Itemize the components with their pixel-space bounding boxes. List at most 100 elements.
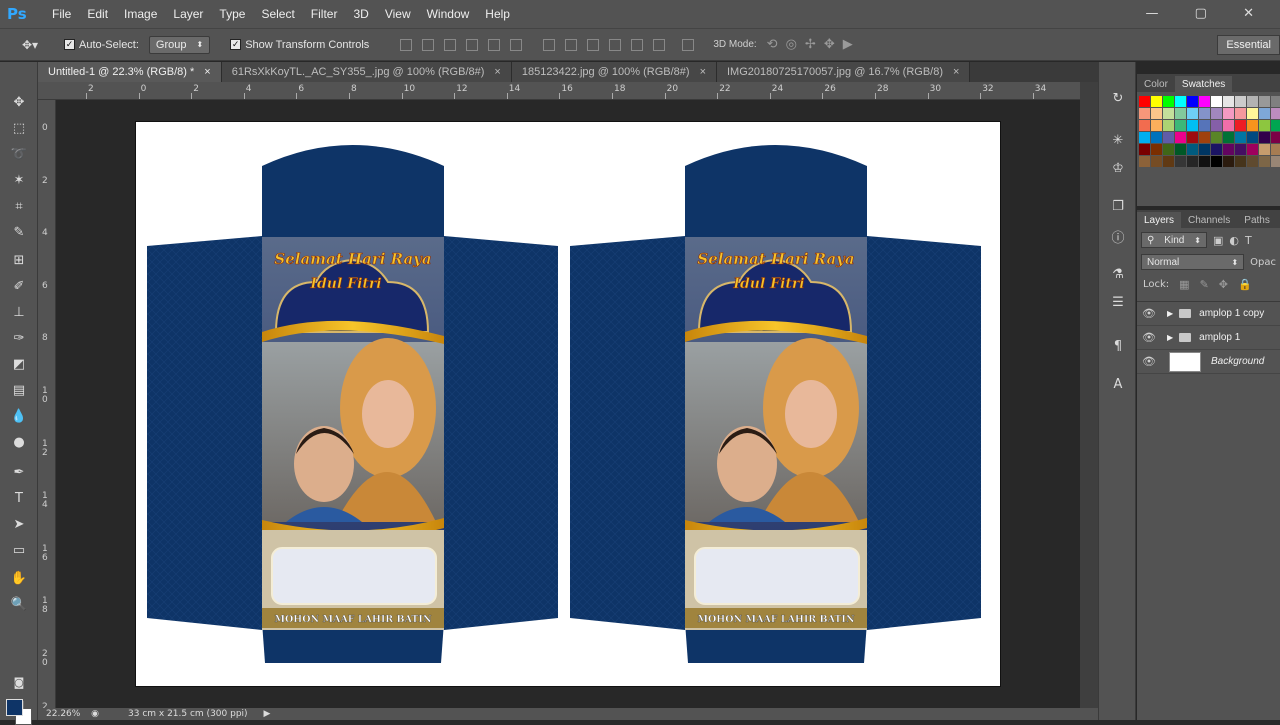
document-tab[interactable]: 61RsXkKoyTL._AC_SY355_.jpg @ 100% (RGB/8… xyxy=(221,62,512,82)
document-tab[interactable]: Untitled-1 @ 22.3% (RGB/8) * × xyxy=(38,62,222,82)
color-swatch[interactable] xyxy=(1235,132,1246,143)
distribute-top-icon[interactable] xyxy=(543,38,556,51)
distribute-bottom-icon[interactable] xyxy=(587,38,600,51)
menu-window[interactable]: Window xyxy=(419,7,478,21)
color-swatch[interactable] xyxy=(1223,120,1234,131)
eyedropper-tool-icon[interactable]: ✎ xyxy=(9,222,29,242)
menu-help[interactable]: Help xyxy=(477,7,518,21)
distribute-hcenter-icon[interactable] xyxy=(631,38,644,51)
color-swatch[interactable] xyxy=(1259,96,1270,107)
lock-transparent-icon[interactable]: ▦ xyxy=(1179,278,1189,291)
color-swatch[interactable] xyxy=(1247,156,1258,167)
visibility-eye-icon[interactable]: 👁 xyxy=(1137,307,1161,320)
color-swatch[interactable] xyxy=(1247,120,1258,131)
menu-filter[interactable]: Filter xyxy=(303,7,346,21)
menu-view[interactable]: View xyxy=(377,7,419,21)
color-swatch[interactable] xyxy=(1235,144,1246,155)
visibility-eye-icon[interactable]: 👁 xyxy=(1137,331,1161,344)
color-swatch[interactable] xyxy=(1175,156,1186,167)
tab-color[interactable]: Color xyxy=(1137,76,1175,92)
color-swatch[interactable] xyxy=(1235,120,1246,131)
close-tab-icon[interactable]: × xyxy=(494,66,500,78)
shape-tool-icon[interactable]: ▭ xyxy=(9,540,29,560)
align-left-icon[interactable] xyxy=(466,38,479,51)
lasso-tool-icon[interactable]: ➰ xyxy=(9,144,29,164)
blur-tool-icon[interactable]: 💧 xyxy=(9,406,29,426)
info-panel-icon[interactable]: ⓘ xyxy=(1108,226,1128,246)
color-swatch[interactable] xyxy=(1139,120,1150,131)
quick-mask-icon[interactable]: ◙ xyxy=(9,672,29,692)
color-swatch[interactable] xyxy=(1223,108,1234,119)
workspace-switcher[interactable]: Essential xyxy=(1217,35,1280,55)
color-swatch[interactable] xyxy=(1187,120,1198,131)
zoom-tool-icon[interactable]: 🔍 xyxy=(9,594,29,614)
color-swatch[interactable] xyxy=(1139,156,1150,167)
color-swatch[interactable] xyxy=(1247,96,1258,107)
filter-pixel-icon[interactable]: ▣ xyxy=(1213,234,1223,247)
color-swatch[interactable] xyxy=(1271,108,1280,119)
color-swatch[interactable] xyxy=(1151,96,1162,107)
3d-roll-icon[interactable]: ◎ xyxy=(786,37,797,52)
color-swatch[interactable] xyxy=(1271,144,1280,155)
pen-tool-icon[interactable]: ✒ xyxy=(9,462,29,482)
eraser-tool-icon[interactable]: ◩ xyxy=(9,354,29,374)
color-swatch[interactable] xyxy=(1187,108,1198,119)
properties-panel-icon[interactable]: ☰ xyxy=(1108,292,1128,312)
window-controls[interactable]: — ▢ ✕ xyxy=(1146,6,1270,21)
color-swatch[interactable] xyxy=(1151,108,1162,119)
color-swatch[interactable] xyxy=(1271,96,1280,107)
history-brush-tool-icon[interactable]: ✑ xyxy=(9,328,29,348)
color-swatch[interactable] xyxy=(1151,156,1162,167)
3d-scale-icon[interactable]: ▶ xyxy=(843,37,853,52)
visibility-eye-icon[interactable]: 👁 xyxy=(1137,355,1161,368)
3d-slide-icon[interactable]: ✥ xyxy=(824,37,835,52)
color-swatch[interactable] xyxy=(1151,132,1162,143)
color-swatch[interactable] xyxy=(1271,120,1280,131)
color-swatch[interactable] xyxy=(1211,96,1222,107)
distribute-right-icon[interactable] xyxy=(653,38,666,51)
clone-stamp-tool-icon[interactable]: ⊥ xyxy=(9,302,29,322)
align-hcenter-icon[interactable] xyxy=(488,38,501,51)
layer-row[interactable]: 👁 ▶ amplop 1 copy xyxy=(1137,302,1280,326)
status-menu-arrow-icon[interactable]: ▶ xyxy=(264,709,271,719)
color-swatch[interactable] xyxy=(1211,144,1222,155)
color-swatch[interactable] xyxy=(1163,156,1174,167)
document-tab[interactable]: 185123422.jpg @ 100% (RGB/8#) × xyxy=(511,62,717,82)
document-tab[interactable]: IMG20180725170057.jpg @ 16.7% (RGB/8) × xyxy=(717,62,971,82)
lock-position-icon[interactable]: ✥ xyxy=(1219,278,1228,291)
color-swatch[interactable] xyxy=(1199,96,1210,107)
distribute-vcenter-icon[interactable] xyxy=(565,38,578,51)
close-tab-icon[interactable]: × xyxy=(700,66,706,78)
lock-pixels-icon[interactable]: ✎ xyxy=(1200,278,1209,291)
color-swatch[interactable] xyxy=(1223,96,1234,107)
move-tool-preset-icon[interactable]: ✥▾ xyxy=(22,36,44,54)
color-swatch[interactable] xyxy=(1211,132,1222,143)
color-swatch[interactable] xyxy=(1247,144,1258,155)
color-swatch[interactable] xyxy=(1211,108,1222,119)
document-canvas[interactable]: Selamat Hari Raya Idul Fitri MOHON MAAF … xyxy=(136,122,1000,686)
color-swatch[interactable] xyxy=(1163,108,1174,119)
history-panel-icon[interactable]: ↻ xyxy=(1108,88,1128,108)
color-swatch[interactable] xyxy=(1187,96,1198,107)
gradient-tool-icon[interactable]: ▤ xyxy=(9,380,29,400)
healing-brush-tool-icon[interactable]: ⊞ xyxy=(9,250,29,270)
brush-panel-icon[interactable]: ♔ xyxy=(1108,158,1128,178)
actions-panel-icon[interactable]: ⚗ xyxy=(1108,264,1128,284)
menu-select[interactable]: Select xyxy=(253,7,302,21)
lock-all-icon[interactable]: 🔒 xyxy=(1238,278,1252,291)
menu-3d[interactable]: 3D xyxy=(345,7,376,21)
color-swatch[interactable] xyxy=(1139,132,1150,143)
path-select-tool-icon[interactable]: ➤ xyxy=(9,514,29,534)
brush-presets-icon[interactable]: ✳ xyxy=(1108,130,1128,150)
color-swatch[interactable] xyxy=(1175,144,1186,155)
color-swatch[interactable] xyxy=(1187,144,1198,155)
menu-type[interactable]: Type xyxy=(211,7,253,21)
share-icon[interactable]: ◉ xyxy=(88,709,102,719)
distribute-left-icon[interactable] xyxy=(609,38,622,51)
align-right-icon[interactable] xyxy=(510,38,523,51)
color-swatch[interactable] xyxy=(1247,132,1258,143)
color-swatch[interactable] xyxy=(1199,156,1210,167)
color-swatch[interactable] xyxy=(1175,120,1186,131)
color-swatch[interactable] xyxy=(1271,132,1280,143)
marquee-tool-icon[interactable]: ⬚ xyxy=(9,118,29,138)
